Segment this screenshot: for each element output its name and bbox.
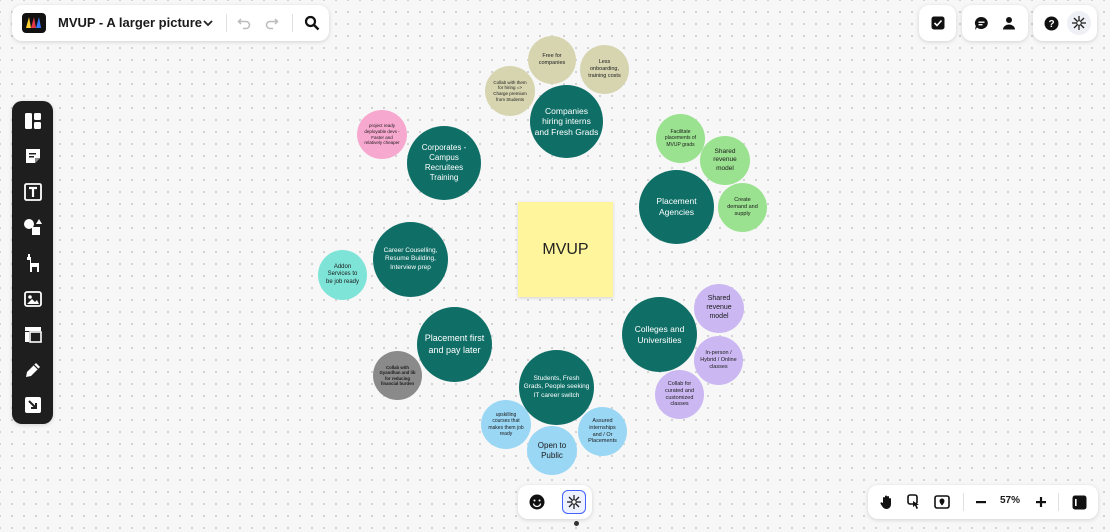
node-label: upskilling courses that makes them job r… (488, 412, 524, 437)
node-label: Career Couselling, Resume Building, Inte… (383, 247, 438, 271)
navigation-panel: 57% (868, 485, 1098, 519)
node-label: Collab with Gyandhan and lib for reducin… (379, 364, 416, 386)
subnode-collab-hiring[interactable]: Collab with them for hiring => Charge pr… (485, 66, 535, 116)
node-label: Collab for curated and customized classe… (664, 380, 695, 408)
subnode-upskilling[interactable]: upskilling courses that makes them job r… (481, 400, 531, 449)
node-label: Facilitate placements of MVUP grads (664, 129, 697, 148)
subnode-open-to-public[interactable]: Open to Public (527, 426, 577, 475)
emoji-icon[interactable] (527, 492, 547, 512)
subnode-shared-revenue-colleges[interactable]: Shared revenue model (694, 284, 744, 333)
subnode-facilitate-placements[interactable]: Facilitate placements of MVUP grads (656, 114, 705, 163)
zoom-in-icon[interactable] (1031, 492, 1051, 512)
minimap-icon[interactable] (1069, 492, 1089, 512)
node-label: In-person / Hybrid / Online classes (700, 350, 737, 370)
node-students[interactable]: Students, Fresh Grads, People seeking IT… (519, 350, 594, 425)
subnode-shared-revenue-agencies[interactable]: Shared revenue model (700, 136, 750, 185)
node-label: Placement first and pay later (424, 333, 485, 355)
ai-sparkle-icon[interactable] (562, 490, 586, 514)
node-label: Placement Agencies (656, 196, 697, 217)
node-label: Shared revenue model (706, 295, 732, 320)
node-label: Companies hiring interns and Fresh Grads (534, 105, 599, 137)
node-label: Assured internships and / Or Placements (588, 417, 617, 445)
zoom-out-icon[interactable] (971, 492, 991, 512)
divider (1058, 493, 1059, 511)
node-label: Create demand and supply (727, 197, 758, 217)
subnode-less-onboarding[interactable]: Less onboarding, training costs (580, 45, 629, 94)
node-label: Corporates - Campus Recruitees Training (421, 143, 467, 182)
node-label: Collab with them for hiring => Charge pr… (493, 79, 527, 102)
sticky-note-text: MVUP (542, 240, 589, 258)
node-label: Addon Services to be job ready (325, 263, 360, 285)
node-placement-first[interactable]: Placement first and pay later (417, 307, 492, 382)
node-label: Less onboarding, training costs (588, 59, 621, 79)
zoom-level[interactable]: 57% (1000, 495, 1020, 506)
pointer-grab-icon[interactable] (905, 492, 925, 512)
sticky-note[interactable]: MVUP (518, 202, 613, 297)
node-label: Shared revenue model (713, 148, 737, 172)
map-pin-icon[interactable] (932, 492, 952, 512)
reactions-panel (518, 485, 592, 519)
subnode-assured-internships[interactable]: Assured internships and / Or Placements (578, 407, 627, 456)
node-label: project ready deployable devs - Faster a… (364, 123, 400, 146)
node-career-counselling[interactable]: Career Couselling, Resume Building, Inte… (373, 222, 448, 297)
node-corporates[interactable]: Corporates - Campus Recruitees Training (407, 126, 481, 200)
subnode-classes[interactable]: In-person / Hybrid / Online classes (694, 336, 743, 385)
node-label: Colleges and Universities (634, 323, 685, 345)
node-label: Students, Fresh Grads, People seeking IT… (523, 375, 590, 399)
node-placement-agencies[interactable]: Placement Agencies (639, 170, 714, 244)
node-colleges[interactable]: Colleges and Universities (622, 297, 697, 372)
subnode-project-ready[interactable]: project ready deployable devs - Faster a… (357, 110, 407, 159)
node-label: Open to Public (537, 440, 567, 460)
node-companies[interactable]: Companies hiring interns and Fresh Grads (530, 85, 603, 158)
subnode-create-demand[interactable]: Create demand and supply (718, 183, 767, 232)
subnode-collab-gyandhan[interactable]: Collab with Gyandhan and lib for reducin… (373, 351, 422, 400)
divider (963, 493, 964, 511)
page-indicator (574, 521, 579, 526)
subnode-free-for-companies[interactable]: Free for companies (528, 36, 576, 84)
hand-icon[interactable] (877, 492, 897, 512)
subnode-collab-curated[interactable]: Collab for curated and customized classe… (655, 370, 704, 419)
node-label: Free for companies (538, 53, 566, 66)
subnode-addon-services[interactable]: Addon Services to be job ready (318, 250, 367, 300)
